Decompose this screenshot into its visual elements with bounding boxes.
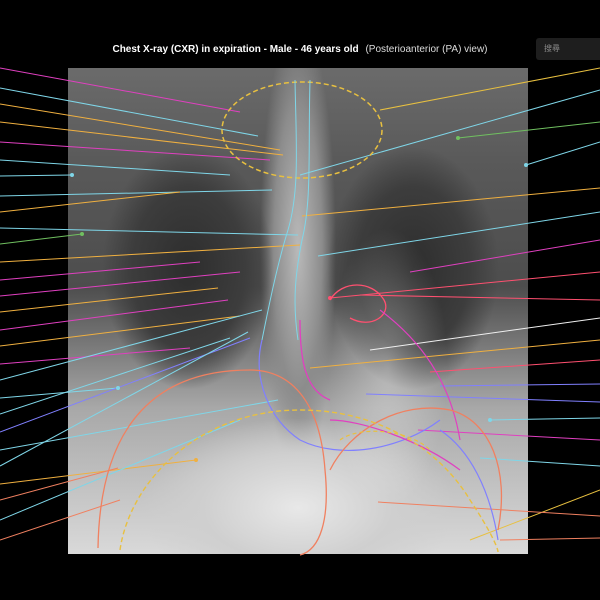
left-hemidiaphragm[interactable] <box>329 407 502 531</box>
annotation-overlay <box>0 67 600 556</box>
annotation-line[interactable] <box>489 417 600 421</box>
annotation-line[interactable] <box>0 189 273 197</box>
annotation-line[interactable] <box>0 299 229 331</box>
annotation-line[interactable] <box>0 87 259 137</box>
annotation-line[interactable] <box>0 459 197 485</box>
left-heart-border[interactable] <box>379 309 461 441</box>
annotation-line[interactable] <box>0 399 279 451</box>
annotation-line[interactable] <box>409 239 600 273</box>
annotation-line[interactable] <box>0 331 249 467</box>
annotation-line[interactable] <box>0 261 201 281</box>
mediastinal-contour[interactable] <box>294 79 311 341</box>
aortic-knob-outline[interactable] <box>329 284 387 323</box>
right-hemidiaphragm[interactable] <box>97 369 327 556</box>
marker-dot[interactable] <box>70 173 74 177</box>
annotation-line[interactable] <box>0 347 191 365</box>
annotation-line[interactable] <box>0 67 241 113</box>
annotation-line[interactable] <box>0 233 83 245</box>
splenic-flexure-outline[interactable] <box>439 429 499 541</box>
annotation-line[interactable] <box>417 429 600 441</box>
annotation-line[interactable] <box>499 537 600 541</box>
mediastinal-contour[interactable] <box>261 79 297 341</box>
annotation-line[interactable] <box>329 271 600 299</box>
annotation-line[interactable] <box>379 67 600 111</box>
trachea-outline[interactable] <box>221 81 383 179</box>
annotation-line[interactable] <box>299 89 600 176</box>
annotation-line[interactable] <box>429 359 600 373</box>
annotation-line[interactable] <box>0 499 121 541</box>
annotation-line[interactable] <box>369 317 600 351</box>
annotation-line[interactable] <box>0 387 119 399</box>
annotation-line[interactable] <box>0 315 241 347</box>
annotation-line[interactable] <box>359 294 600 301</box>
annotation-line[interactable] <box>0 141 271 161</box>
marker-dot[interactable] <box>328 296 332 300</box>
annotation-line[interactable] <box>0 309 263 381</box>
annotation-line[interactable] <box>309 339 600 369</box>
annotation-line[interactable] <box>301 187 600 217</box>
annotation-line[interactable] <box>377 501 600 517</box>
annotation-line[interactable] <box>365 393 600 403</box>
marker-dot[interactable] <box>488 418 492 422</box>
heart-border[interactable] <box>299 319 331 401</box>
annotation-line[interactable] <box>0 227 299 236</box>
annotation-line[interactable] <box>0 271 241 297</box>
annotation-line[interactable] <box>0 337 251 433</box>
marker-dot[interactable] <box>116 386 120 390</box>
annotation-line[interactable] <box>525 141 600 166</box>
annotation-line[interactable] <box>317 211 600 257</box>
marker-dot[interactable] <box>194 458 198 462</box>
annotation-line[interactable] <box>0 159 231 176</box>
marker-dot[interactable] <box>524 163 528 167</box>
annotation-line[interactable] <box>439 383 600 387</box>
annotation-line[interactable] <box>0 244 301 263</box>
marker-dot[interactable] <box>456 136 460 140</box>
annotation-line[interactable] <box>0 287 219 313</box>
marker-dot[interactable] <box>80 232 84 236</box>
annotation-line[interactable] <box>0 174 73 177</box>
